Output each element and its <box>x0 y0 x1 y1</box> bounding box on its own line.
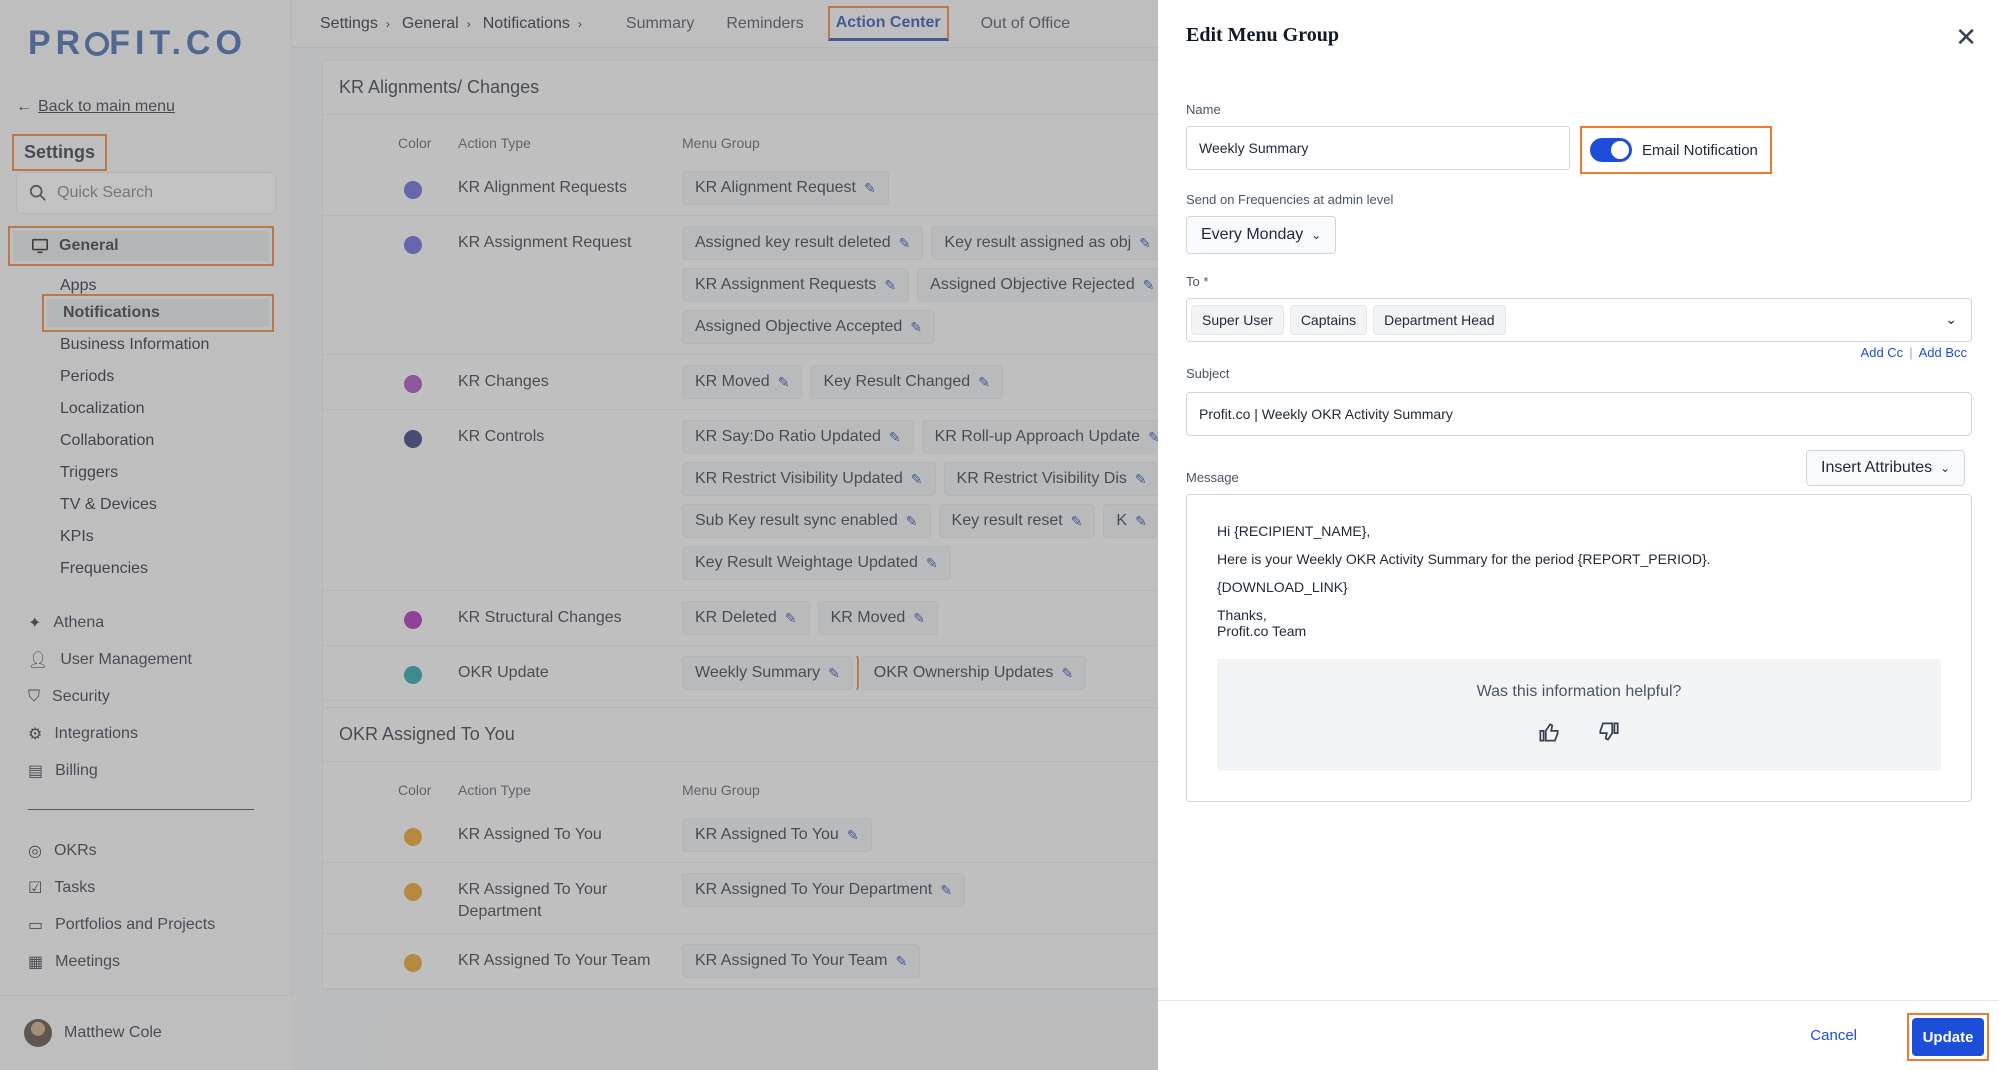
message-editor[interactable]: Hi {RECIPIENT_NAME}, Here is your Weekly… <box>1186 494 1972 802</box>
update-button[interactable]: Update <box>1912 1018 1984 1056</box>
message-line: Here is your Weekly OKR Activity Summary… <box>1217 551 1711 567</box>
subject-field[interactable]: Profit.co | Weekly OKR Activity Summary <box>1186 392 1972 436</box>
chevron-down-icon: ⌄ <box>1311 228 1322 242</box>
chevron-down-icon[interactable]: ⌄ <box>1945 311 1957 328</box>
to-label: To * <box>1186 274 1209 289</box>
insert-attributes-button[interactable]: Insert Attributes ⌄ <box>1806 450 1966 486</box>
recipient-tag[interactable]: Department Head <box>1373 305 1506 335</box>
add-cc-link[interactable]: Add Cc <box>1861 345 1904 360</box>
message-label: Message <box>1186 470 1239 485</box>
close-icon[interactable]: ✕ <box>1955 22 1977 53</box>
thumbs-down-icon[interactable] <box>1596 719 1622 745</box>
frequency-label: Send on Frequencies at admin level <box>1186 192 1394 207</box>
drawer-footer: Cancel Update <box>1158 1000 1999 1070</box>
cancel-button[interactable]: Cancel <box>1810 1027 1857 1044</box>
update-button-wrapper: Update <box>1907 1013 1989 1061</box>
recipient-tag[interactable]: Super User <box>1191 305 1284 335</box>
recipient-tag[interactable]: Captains <box>1289 305 1368 335</box>
subject-label: Subject <box>1186 366 1230 381</box>
edit-menu-group-drawer: Edit Menu Group ✕ Name Weekly Summary Em… <box>1158 0 1999 1070</box>
name-field[interactable]: Weekly Summary <box>1186 126 1570 170</box>
thumbs-up-icon[interactable] <box>1536 719 1562 745</box>
message-line: {DOWNLOAD_LINK} <box>1217 579 1348 595</box>
modal-backdrop[interactable] <box>0 0 1158 1070</box>
frequency-select[interactable]: Every Monday ⌄ <box>1186 216 1337 254</box>
helpful-feedback: Was this information helpful? <box>1217 659 1941 771</box>
drawer-title: Edit Menu Group <box>1186 24 1339 46</box>
add-bcc-link[interactable]: Add Bcc <box>1919 345 1967 360</box>
message-line: Hi {RECIPIENT_NAME}, <box>1217 523 1371 539</box>
toggle-switch[interactable] <box>1590 138 1632 162</box>
message-signoff: Thanks, Profit.co Team <box>1217 607 1307 639</box>
cc-bcc-links: Add Cc | Add Bcc <box>1860 345 1967 360</box>
to-recipients-field[interactable]: Super User Captains Department Head ⌄ <box>1186 298 1972 342</box>
name-label: Name <box>1186 102 1221 117</box>
chevron-down-icon: ⌄ <box>1940 461 1951 475</box>
email-notification-toggle[interactable]: Email Notification <box>1580 126 1772 174</box>
